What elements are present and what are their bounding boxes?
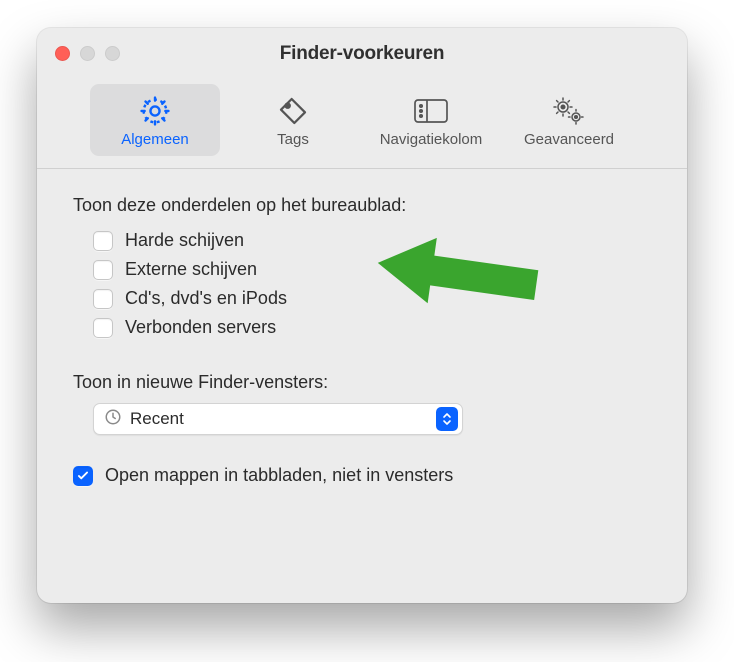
- window-title: Finder-voorkeuren: [37, 43, 687, 65]
- tab-advanced[interactable]: Geavanceerd: [504, 84, 634, 156]
- chevron-updown-icon: [436, 407, 458, 431]
- tag-icon: [277, 93, 309, 129]
- tab-label: Algemeen: [121, 131, 189, 148]
- option-label: Externe schijven: [125, 259, 257, 280]
- window-controls: [55, 46, 120, 61]
- tab-label: Tags: [277, 131, 309, 148]
- select-value: Recent: [130, 409, 428, 429]
- option-label: Verbonden servers: [125, 317, 276, 338]
- tab-label: Navigatiekolom: [380, 131, 483, 148]
- close-window-button[interactable]: [55, 46, 70, 61]
- option-label: Harde schijven: [125, 230, 244, 251]
- option-label: Cd's, dvd's en iPods: [125, 288, 287, 309]
- tabs-toolbar: Algemeen Tags Navigatieko: [37, 80, 687, 169]
- tab-label: Geavanceerd: [524, 131, 614, 148]
- tab-general[interactable]: Algemeen: [90, 84, 220, 156]
- zoom-window-button[interactable]: [105, 46, 120, 61]
- option-external-disks[interactable]: Externe schijven: [73, 255, 651, 284]
- minimize-window-button[interactable]: [80, 46, 95, 61]
- checkbox[interactable]: [93, 260, 113, 280]
- clock-icon: [104, 408, 122, 431]
- checkbox[interactable]: [93, 318, 113, 338]
- content-panel: Toon deze onderdelen op het bureaublad: …: [37, 169, 687, 516]
- sidebar-icon: [413, 93, 449, 129]
- preferences-window: Finder-voorkeuren Algemeen Tags: [37, 28, 687, 603]
- option-cds-dvds-ipods[interactable]: Cd's, dvd's en iPods: [73, 284, 651, 313]
- gears-icon: [551, 93, 587, 129]
- tab-tags[interactable]: Tags: [228, 84, 358, 156]
- new-windows-select[interactable]: Recent: [93, 403, 463, 435]
- titlebar: Finder-voorkeuren: [37, 28, 687, 80]
- gear-icon: [138, 93, 172, 129]
- new-windows-label: Toon in nieuwe Finder-vensters:: [73, 372, 651, 393]
- option-hard-disks[interactable]: Harde schijven: [73, 226, 651, 255]
- option-label: Open mappen in tabbladen, niet in venste…: [105, 465, 453, 486]
- checkbox[interactable]: [73, 466, 93, 486]
- desktop-items-label: Toon deze onderdelen op het bureaublad:: [73, 195, 651, 216]
- option-open-in-tabs[interactable]: Open mappen in tabbladen, niet in venste…: [73, 465, 651, 486]
- option-connected-servers[interactable]: Verbonden servers: [73, 313, 651, 342]
- tab-sidebar[interactable]: Navigatiekolom: [366, 84, 496, 156]
- checkbox[interactable]: [93, 289, 113, 309]
- checkbox[interactable]: [93, 231, 113, 251]
